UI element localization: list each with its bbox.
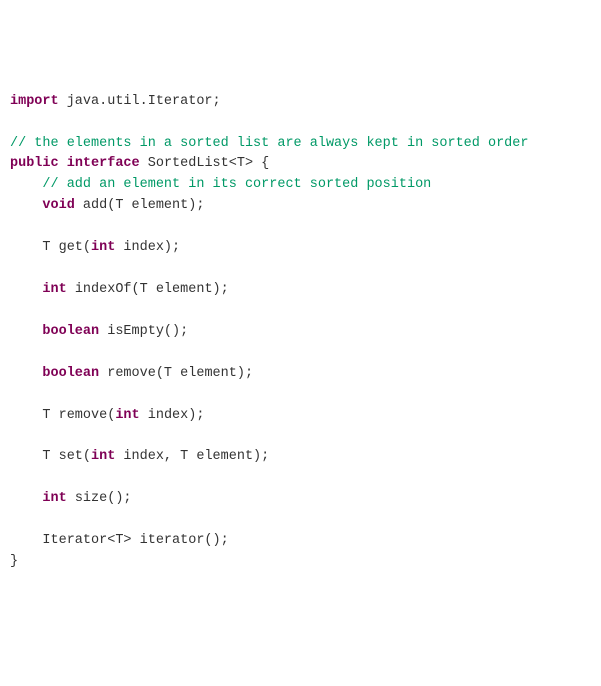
code-line	[10, 301, 591, 322]
code-token: import	[10, 94, 59, 109]
code-line: import java.util.Iterator;	[10, 92, 591, 113]
code-line	[10, 510, 591, 531]
code-token	[10, 324, 42, 339]
code-token: int	[91, 240, 115, 255]
code-token: int	[91, 449, 115, 464]
code-token: T remove(	[10, 408, 115, 423]
code-token: public	[10, 156, 59, 171]
code-token: java.util.Iterator;	[59, 94, 221, 109]
code-line: public interface SortedList<T> {	[10, 154, 591, 175]
code-line	[10, 426, 591, 447]
code-line: int size();	[10, 489, 591, 510]
code-token: // add an element in its correct sorted …	[42, 177, 431, 192]
code-line: // add an element in its correct sorted …	[10, 175, 591, 196]
code-line: T get(int index);	[10, 238, 591, 259]
code-token: add(T element);	[75, 198, 205, 213]
code-token: int	[42, 282, 66, 297]
code-token: interface	[67, 156, 140, 171]
code-line: boolean isEmpty();	[10, 322, 591, 343]
code-token: void	[42, 198, 74, 213]
code-token: T get(	[10, 240, 91, 255]
code-line: T remove(int index);	[10, 406, 591, 427]
code-token: isEmpty();	[99, 324, 188, 339]
code-token: boolean	[42, 366, 99, 381]
code-block: import java.util.Iterator; // the elemen…	[10, 92, 591, 573]
code-token: index, T element);	[115, 449, 269, 464]
code-token	[10, 177, 42, 192]
code-token	[10, 198, 42, 213]
code-line	[10, 113, 591, 134]
code-token: remove(T element);	[99, 366, 253, 381]
code-token: boolean	[42, 324, 99, 339]
code-token: // the elements in a sorted list are alw…	[10, 136, 528, 151]
code-token: int	[115, 408, 139, 423]
code-line: T set(int index, T element);	[10, 447, 591, 468]
code-line	[10, 217, 591, 238]
code-token: SortedList<T> {	[140, 156, 270, 171]
code-token	[59, 156, 67, 171]
code-token	[10, 491, 42, 506]
code-line	[10, 343, 591, 364]
code-line: // the elements in a sorted list are alw…	[10, 134, 591, 155]
code-line	[10, 259, 591, 280]
code-line	[10, 385, 591, 406]
code-line	[10, 468, 591, 489]
code-line: void add(T element);	[10, 196, 591, 217]
code-line: }	[10, 552, 591, 573]
code-token: size();	[67, 491, 132, 506]
code-line: Iterator<T> iterator();	[10, 531, 591, 552]
code-token: int	[42, 491, 66, 506]
code-token: index);	[115, 240, 180, 255]
code-line: int indexOf(T element);	[10, 280, 591, 301]
code-token: Iterator<T> iterator();	[10, 533, 229, 548]
code-token	[10, 282, 42, 297]
code-token: index);	[140, 408, 205, 423]
code-token: T set(	[10, 449, 91, 464]
code-token	[10, 366, 42, 381]
code-token: indexOf(T element);	[67, 282, 229, 297]
code-token: }	[10, 554, 18, 569]
code-line: boolean remove(T element);	[10, 364, 591, 385]
